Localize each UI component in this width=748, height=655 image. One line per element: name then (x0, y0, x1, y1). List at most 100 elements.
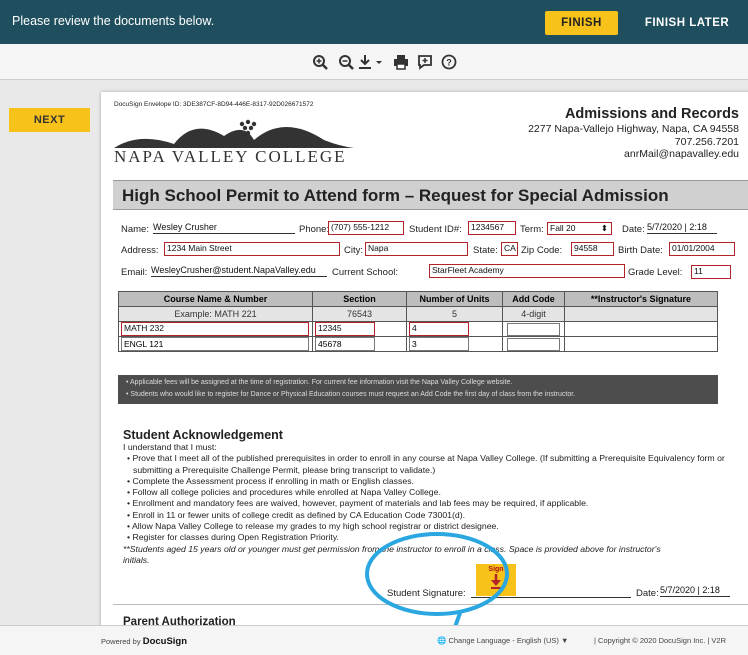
section-field[interactable]: 45678 (315, 337, 375, 351)
city-field[interactable]: Napa (365, 242, 468, 256)
example-section: 76543 (312, 306, 407, 322)
form-title-banner: High School Permit to Attend form – Requ… (113, 180, 748, 210)
chevron-down-icon: ⬍ (600, 223, 608, 233)
section-cell[interactable]: 12345 (312, 321, 407, 337)
example-units: 5 (406, 306, 503, 322)
table-row: ENGL 121 45678 3 (118, 336, 718, 352)
birth-date-label: Birth Date: (618, 245, 663, 256)
section-cell[interactable]: 45678 (312, 336, 407, 352)
grade-level-field[interactable]: 11 (691, 265, 731, 279)
office-address: 2277 Napa-Vallejo Highway, Napa, CA 9455… (528, 123, 739, 135)
top-bar: Please review the documents below. FINIS… (0, 0, 748, 44)
signature-date-label: Date: (636, 588, 659, 599)
units-field[interactable]: 3 (409, 337, 469, 351)
units-field[interactable]: 4 (409, 322, 469, 336)
section-field[interactable]: 12345 (315, 322, 375, 336)
notice-line: • Applicable fees will be assigned at th… (126, 379, 513, 386)
powered-label: Powered by (101, 637, 141, 646)
birth-date-field[interactable]: 01/01/2004 (669, 242, 735, 256)
name-value: Wesley Crusher (153, 222, 295, 234)
school-field[interactable]: StarFleet Academy (429, 264, 625, 278)
name-label: Name: (121, 224, 149, 235)
student-id-label: Student ID#: (409, 224, 462, 235)
finish-later-button[interactable]: FINISH LATER (632, 11, 742, 35)
list-item: • Enrollment and mandatory fees are waiv… (127, 498, 589, 509)
header-course: Course Name & Number (118, 291, 313, 307)
language-label: Change Language - English (US) (448, 636, 559, 645)
docusign-logo: DocuSign (142, 636, 188, 647)
zip-field[interactable]: 94558 (571, 242, 614, 256)
phone-label: Phone: (299, 224, 330, 235)
course-field[interactable]: MATH 232 (121, 322, 309, 336)
svg-text:?: ? (446, 58, 452, 68)
powered-by: Powered by DocuSign (101, 636, 187, 647)
ack-intro: I understand that I must: (123, 442, 217, 452)
list-item: • Enroll in 11 or fewer units of college… (127, 509, 466, 520)
units-cell[interactable]: 4 (406, 321, 503, 337)
example-signature (564, 306, 718, 322)
email-value: WesleyCrusher@student.NapaValley.edu (151, 265, 327, 277)
signature-date-value: 5/7/2020 | 2:18 (660, 585, 730, 597)
notice-line: • Students who would like to register fo… (126, 391, 576, 398)
college-logo (114, 119, 354, 148)
course-cell[interactable]: MATH 232 (118, 321, 313, 337)
zoom-out-icon[interactable] (335, 52, 357, 72)
term-select[interactable]: Fall 20 ⬍ (547, 222, 612, 235)
caret-down-icon: ▼ (561, 636, 569, 645)
list-item: • Complete the Assessment process if enr… (127, 475, 414, 486)
phone-field[interactable]: (707) 555-1212 (328, 221, 404, 235)
add-code-cell[interactable] (502, 336, 565, 352)
language-selector[interactable]: 🌐 Change Language - English (US) ▼ (437, 636, 568, 645)
header-instructor-signature: **Instructor's Signature (564, 291, 718, 307)
office-title: Admissions and Records (564, 106, 739, 122)
zoom-in-icon[interactable] (309, 52, 331, 72)
office-email: anrMail@napavalley.edu (624, 148, 739, 160)
course-field[interactable]: ENGL 121 (121, 337, 309, 351)
instructor-signature-cell (564, 336, 718, 352)
add-code-cell[interactable] (502, 321, 565, 337)
globe-icon: 🌐 (437, 636, 447, 645)
state-label: State: (473, 245, 498, 256)
download-icon[interactable] (356, 52, 386, 72)
office-header: Admissions and Records 2277 Napa-Vallejo… (528, 106, 739, 161)
date-value: 5/7/2020 | 2:18 (647, 222, 717, 234)
envelope-id: DocuSign Envelope ID: 3DE387CF-8D94-446E… (114, 101, 314, 108)
header-add-code: Add Code (502, 291, 565, 307)
ack-title: Student Acknowledgement (123, 428, 283, 442)
example-course: Example: MATH 221 (118, 306, 313, 322)
instructor-signature-cell (564, 321, 718, 337)
email-label: Email: (121, 267, 148, 278)
fee-notice: • Applicable fees will be assigned at th… (118, 375, 718, 404)
table-row: Example: MATH 221 76543 5 4-digit (118, 306, 718, 322)
example-add-code: 4-digit (502, 306, 565, 322)
date-label: Date: (622, 224, 645, 235)
list-item: • Prove that I meet all of the published… (127, 453, 725, 475)
parent-authorization-heading: Parent Authorization (123, 616, 236, 625)
document-toolbar: ? (0, 44, 748, 80)
grade-level-label: Grade Level: (628, 267, 683, 278)
comment-icon[interactable] (414, 52, 436, 72)
units-cell[interactable]: 3 (406, 336, 503, 352)
next-button[interactable]: NEXT (9, 108, 90, 132)
finish-button[interactable]: FINISH (545, 11, 618, 35)
term-label: Term: (520, 224, 544, 235)
list-item: • Follow all college policies and proced… (127, 487, 441, 498)
state-field[interactable]: CA (501, 242, 518, 256)
document-viewer[interactable]: NEXT DocuSign Envelope ID: 3DE387CF-8D94… (0, 80, 748, 625)
add-code-field[interactable] (507, 337, 560, 351)
form-title: High School Permit to Attend form – Requ… (122, 186, 669, 205)
table-row: MATH 232 12345 4 (118, 321, 718, 337)
review-message: Please review the documents below. (12, 14, 215, 28)
college-name: NAPA VALLEY COLLEGE (114, 147, 347, 166)
school-label: Current School: (332, 267, 399, 278)
address-field[interactable]: 1234 Main Street (164, 242, 340, 256)
print-icon[interactable] (390, 52, 412, 72)
header-section: Section (312, 291, 407, 307)
course-cell[interactable]: ENGL 121 (118, 336, 313, 352)
add-code-field[interactable] (507, 322, 560, 336)
highlight-circle (365, 532, 509, 625)
student-id-field[interactable]: 1234567 (468, 221, 516, 235)
address-label: Address: (121, 245, 159, 256)
copyright: | Copyright © 2020 DocuSign Inc. | V2R (594, 636, 726, 645)
help-icon[interactable]: ? (438, 52, 460, 72)
